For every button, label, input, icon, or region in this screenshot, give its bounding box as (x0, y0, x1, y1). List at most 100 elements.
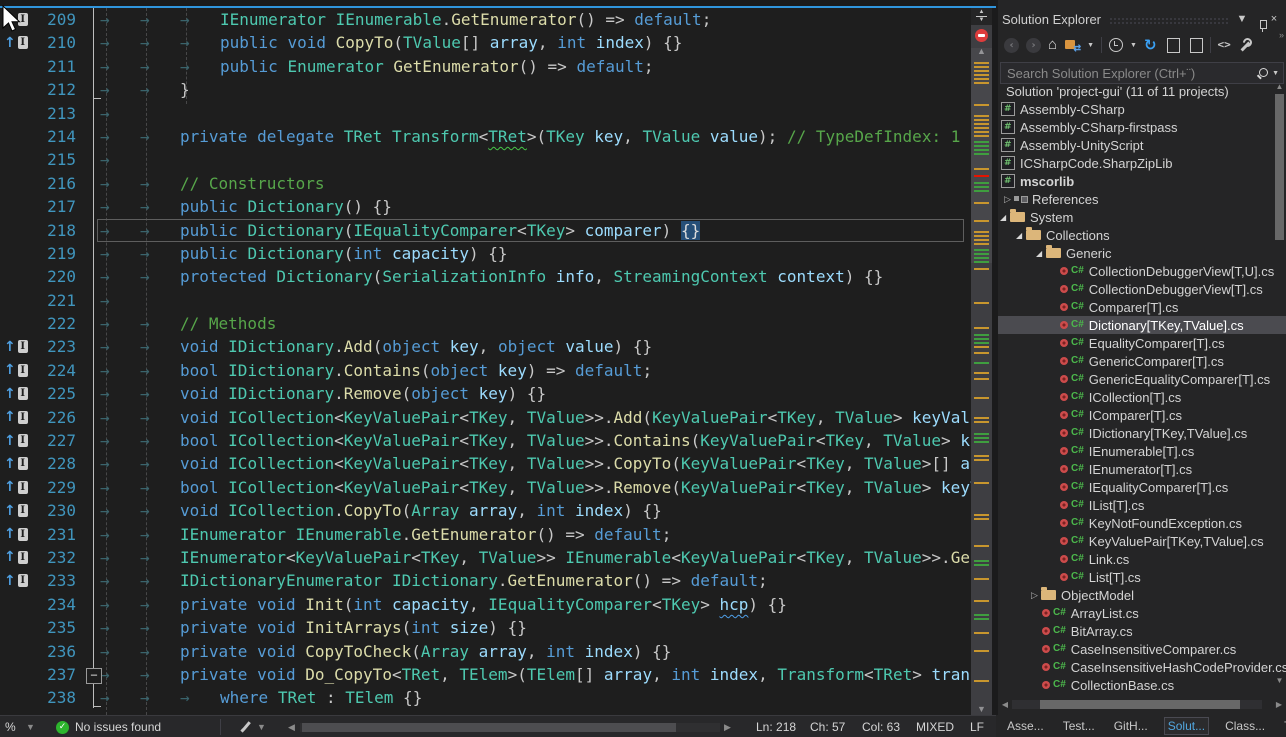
editor-vertical-scrollbar[interactable]: ▲▼ ▲ ▼ (971, 8, 992, 715)
override-indicator-icon[interactable]: ↑I (4, 502, 28, 519)
tree-item-icomparer-t-cs[interactable]: C#IComparer[T].cs (998, 406, 1286, 424)
status-line-ending[interactable]: LF (970, 716, 984, 737)
tree-item-icsharpcode-sharpziplib[interactable]: ICSharpCode.SharpZipLib (998, 154, 1286, 172)
solution-explorer-titlebar[interactable]: Solution Explorer ▼ × (998, 0, 1286, 30)
tree-item-idictionary-tkey-tvalue-cs[interactable]: C#IDictionary[TKey,TValue].cs (998, 424, 1286, 442)
tree-scroll-up-icon[interactable]: ▲ (1274, 82, 1285, 91)
tool-window-tab-class[interactable]: Class... (1222, 718, 1268, 734)
tool-window-tab-solut[interactable]: Solut... (1164, 717, 1209, 735)
issues-indicator[interactable]: ✓ No issues found (56, 716, 161, 737)
window-position-chevron-icon[interactable]: ▼ (1234, 13, 1250, 25)
tree-item-list-t-cs[interactable]: C#List[T].cs (998, 568, 1286, 586)
status-encoding[interactable]: MIXED (916, 716, 954, 737)
hscroll-right-arrow-icon[interactable]: ▶ (724, 716, 731, 737)
close-icon[interactable]: × (1266, 13, 1282, 25)
expanded-arrow-icon[interactable]: ◢ (1036, 249, 1046, 258)
collapsed-arrow-icon[interactable]: ▷ (1031, 590, 1041, 601)
status-line-number[interactable]: Ln: 218 (756, 716, 796, 737)
code-line-236[interactable]: 236→→private void CopyToCheck(Array arra… (0, 640, 971, 663)
tree-item-assembly-unityscript[interactable]: Assembly-UnityScript (998, 136, 1286, 154)
refresh-icon[interactable]: ↻ (1144, 38, 1157, 53)
code-line-214[interactable]: 214→→private delegate TRet Transform<TRe… (0, 125, 971, 148)
tree-item-collections[interactable]: ◢Collections (998, 226, 1286, 244)
view-code-icon[interactable]: <> (1218, 38, 1231, 52)
show-all-files-icon[interactable] (1190, 38, 1203, 53)
code-line-227[interactable]: ↑I227→→bool ICollection<KeyValuePair<TKe… (0, 429, 971, 452)
code-line-219[interactable]: 219→→public Dictionary(int capacity) {} (0, 242, 971, 265)
status-char-number[interactable]: Ch: 57 (810, 716, 845, 737)
editor-horizontal-scrollbar[interactable] (300, 723, 720, 732)
override-indicator-icon[interactable]: ↑I (4, 385, 28, 402)
home-icon[interactable]: ⌂ (1048, 37, 1057, 53)
pending-changes-filter-icon[interactable] (1109, 38, 1123, 52)
tree-item-keynotfoundexception-cs[interactable]: C#KeyNotFoundException.cs (998, 514, 1286, 532)
sync-with-active-document-icon[interactable] (1064, 38, 1080, 52)
hscroll-left-arrow-icon[interactable]: ◀ (288, 716, 295, 737)
properties-wrench-icon[interactable] (1238, 38, 1252, 53)
toolbar-overflow-icon[interactable]: » (1279, 30, 1284, 40)
tree-item-genericcomparer-t-cs[interactable]: C#GenericComparer[T].cs (998, 352, 1286, 370)
search-dropdown-caret-icon[interactable]: ▼ (1272, 70, 1279, 77)
collapsed-arrow-icon[interactable]: ▷ (1004, 194, 1014, 205)
tree-horizontal-scrollbar[interactable]: ◀ ▶ (998, 696, 1286, 712)
tree-scroll-thumb[interactable] (1275, 94, 1284, 240)
code-line-212[interactable]: 212→→} (0, 78, 971, 101)
tree-item-references[interactable]: ▷References (998, 190, 1286, 208)
expanded-arrow-icon[interactable]: ◢ (1016, 231, 1026, 240)
tree-scroll-down-icon[interactable]: ▼ (1274, 676, 1285, 685)
code-line-216[interactable]: 216→→// Constructors (0, 172, 971, 195)
code-line-232[interactable]: ↑I232→→IEnumerator<KeyValuePair<TKey, TV… (0, 546, 971, 569)
code-line-224[interactable]: ↑I224→→bool IDictionary.Contains(object … (0, 359, 971, 382)
override-indicator-icon[interactable]: ↑I (4, 362, 28, 379)
code-line-235[interactable]: 235→→private void InitArrays(int size) {… (0, 616, 971, 639)
code-line-233[interactable]: ↑I233→→IDictionaryEnumerator IDictionary… (0, 569, 971, 592)
search-icon[interactable] (1256, 67, 1269, 80)
status-column-number[interactable]: Col: 63 (862, 716, 900, 737)
override-indicator-icon[interactable]: ↑I (4, 34, 28, 51)
tree-item-arraylist-cs[interactable]: C#ArrayList.cs (998, 604, 1286, 622)
tree-item-objectmodel[interactable]: ▷ObjectModel (998, 586, 1286, 604)
filter-dropdown-caret-icon[interactable]: ▼ (1130, 42, 1137, 49)
editor-hscroll-thumb[interactable] (302, 723, 676, 732)
code-line-225[interactable]: ↑I225→→void IDictionary.Remove(object ke… (0, 382, 971, 405)
tree-item-dictionary-tkey-tvalue-cs[interactable]: C#Dictionary[TKey,TValue].cs (998, 316, 1286, 334)
tree-item-link-cs[interactable]: C#Link.cs (998, 550, 1286, 568)
tree-item-system[interactable]: ◢System (998, 208, 1286, 226)
code-line-217[interactable]: 217→→public Dictionary() {} (0, 195, 971, 218)
tree-item-collectionbase-cs[interactable]: C#CollectionBase.cs (998, 676, 1286, 694)
override-indicator-icon[interactable]: ↑I (4, 455, 28, 472)
tree-item-caseinsensitivecomparer-cs[interactable]: C#CaseInsensitiveComparer.cs (998, 640, 1286, 658)
override-indicator-icon[interactable]: ↑I (4, 338, 28, 355)
tool-window-tab-gith[interactable]: GitH... (1111, 718, 1151, 734)
tree-item-genericequalitycomparer-t-cs[interactable]: C#GenericEqualityComparer[T].cs (998, 370, 1286, 388)
tree-item-keyvaluepair-tkey-tvalue-cs[interactable]: C#KeyValuePair[TKey,TValue].cs (998, 532, 1286, 550)
tree-item-mscorlib[interactable]: mscorlib (998, 172, 1286, 190)
sync-dropdown-caret-icon[interactable]: ▼ (1087, 42, 1094, 49)
code-line-211[interactable]: 211→→→public Enumerator GetEnumerator() … (0, 55, 971, 78)
override-indicator-icon[interactable]: ↑I (4, 526, 28, 543)
tree-item-bitarray-cs[interactable]: C#BitArray.cs (998, 622, 1286, 640)
tree-item-assembly-csharp[interactable]: Assembly-CSharp (998, 100, 1286, 118)
tree-item-generic[interactable]: ◢Generic (998, 244, 1286, 262)
back-icon[interactable]: ‹ (1004, 38, 1019, 53)
tree-item-comparer-t-cs[interactable]: C#Comparer[T].cs (998, 298, 1286, 316)
tree-item-ienumerator-t-cs[interactable]: C#IEnumerator[T].cs (998, 460, 1286, 478)
forward-icon[interactable]: › (1026, 38, 1041, 53)
solution-explorer-search[interactable]: Search Solution Explorer (Ctrl+¨) ▼ (1000, 62, 1284, 84)
code-line-238[interactable]: 238→→→where TRet : TElem {} (0, 686, 971, 709)
override-indicator-icon[interactable]: ↑I (4, 572, 28, 589)
code-line-220[interactable]: 220→→protected Dictionary(SerializationI… (0, 265, 971, 288)
code-line-237[interactable]: 237→→private void Do_CopyTo<TRet, TElem>… (0, 663, 971, 686)
tool-window-tab-tea[interactable]: Tea... (1281, 718, 1286, 734)
tool-window-tab-test[interactable]: Test... (1060, 718, 1098, 734)
expanded-arrow-icon[interactable]: ◢ (1000, 213, 1010, 222)
override-indicator-icon[interactable]: ↑I (4, 479, 28, 496)
marker-pen-icon[interactable] (240, 716, 252, 737)
tree-item-ilist-t-cs[interactable]: C#IList[T].cs (998, 496, 1286, 514)
tree-item-ienumerable-t-cs[interactable]: C#IEnumerable[T].cs (998, 442, 1286, 460)
code-line-222[interactable]: 222→→// Methods (0, 312, 971, 335)
collapse-all-icon[interactable] (1167, 38, 1180, 53)
override-indicator-icon[interactable]: ↑I (4, 409, 28, 426)
tree-scroll-right-icon[interactable]: ▶ (1272, 700, 1286, 709)
zoom-control[interactable]: % (5, 716, 16, 737)
